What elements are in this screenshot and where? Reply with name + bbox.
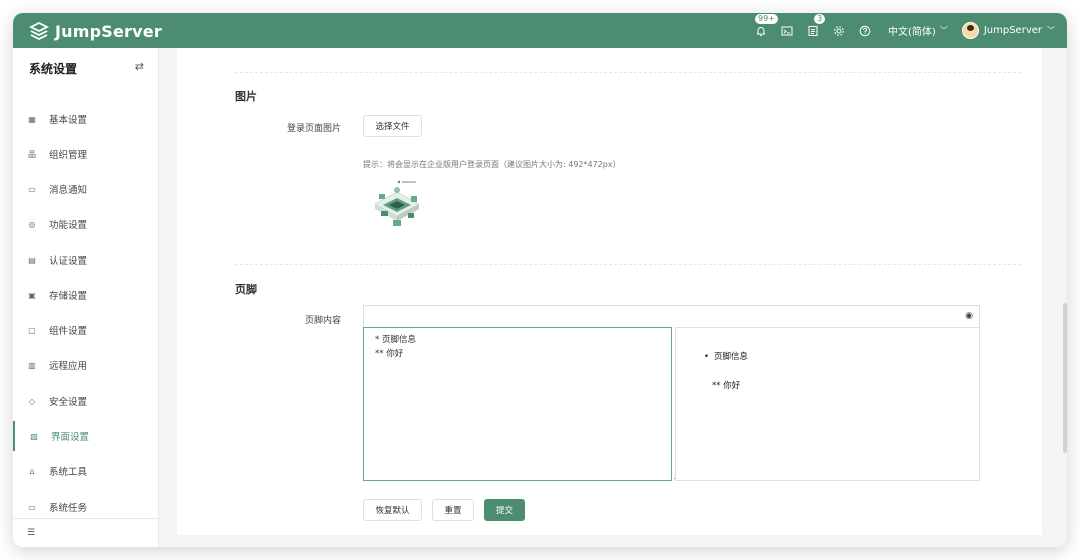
gear-icon — [834, 25, 844, 36]
sidebar-item-label: 存储设置 — [49, 291, 88, 302]
sidebar-item-label: 安全设置 — [49, 397, 88, 408]
sidebar-item-label: 功能设置 — [49, 220, 88, 231]
help-icon — [859, 25, 871, 36]
sidebar-item-org[interactable]: 品 组织管理 — [13, 139, 159, 169]
footer-content-label: 页脚内容 — [304, 316, 341, 326]
task-icon: ▭ — [28, 502, 36, 512]
choose-file-button[interactable]: 选择文件 — [363, 115, 422, 137]
sidebar-item-label: 远程应用 — [49, 361, 88, 372]
section-title-footer: 页脚 — [235, 283, 257, 296]
sidebar-item-auth[interactable]: ▤ 认证设置 — [13, 245, 159, 275]
sidebar-item-component[interactable]: ▢ 组件设置 — [13, 315, 159, 345]
settings-panel: 图片 登录页面图片 选择文件 提示：将会显示在企业版用户登录页面（建议图片大小为… — [177, 48, 1042, 535]
web-terminal-button[interactable] — [774, 13, 800, 48]
remote-app-icon: ▥ — [28, 360, 36, 370]
collapse-toggle-icon[interactable]: ⇄ — [135, 60, 144, 73]
avatar — [961, 22, 979, 39]
page-scrollbar[interactable] — [1063, 303, 1067, 453]
brand-logo[interactable]: JumpServer — [29, 19, 162, 43]
interface-icon: ▧ — [30, 431, 38, 441]
storage-icon: ▣ — [28, 290, 36, 300]
username: JumpServer — [983, 25, 1042, 36]
sidebar-item-label: 基本设置 — [49, 115, 88, 126]
markdown-preview: 页脚信息 ** 你好 — [675, 327, 980, 481]
notification-button[interactable]: 99+ — [748, 13, 779, 48]
sidebar-item-feature[interactable]: ◎ 功能设置 — [13, 209, 159, 239]
sidebar-item-label: 系统任务 — [49, 503, 88, 514]
brand-name: JumpServer — [55, 21, 162, 41]
terminal-icon — [781, 26, 793, 35]
sidebar-item-label: 组织管理 — [49, 150, 88, 161]
bell-icon — [757, 26, 766, 36]
sidebar-item-label: 消息通知 — [49, 185, 88, 196]
sidebar: 系统设置 ⇄ ▦ 基本设置 品 组织管理 ▭ 消息通知 ◎ 功能设置 ▤ 认证设… — [13, 48, 159, 547]
component-icon: ▢ — [28, 325, 36, 335]
sidebar-title: 系统设置 — [29, 62, 78, 76]
login-image-thumbnail — [374, 180, 420, 226]
divider — [235, 72, 1021, 73]
message-icon: ▭ — [28, 184, 36, 194]
sidebar-item-message[interactable]: ▭ 消息通知 — [13, 174, 159, 204]
restore-default-button[interactable]: 恢复默认 — [363, 499, 422, 521]
preview-toggle-eye-icon[interactable]: ◉ — [965, 311, 973, 321]
top-navbar: JumpServer 99+ 3 中文(简体) ﹀ JumpServer ﹀ — [13, 13, 1067, 48]
shield-icon: ◇ — [28, 396, 36, 406]
tickets-button[interactable]: 3 — [800, 13, 827, 48]
document-icon — [808, 25, 818, 36]
sidebar-item-label: 界面设置 — [51, 432, 90, 443]
section-title-image: 图片 — [235, 90, 257, 103]
language-selector[interactable]: 中文(简体) ﹀ — [888, 23, 948, 38]
submit-button[interactable]: 提交 — [484, 499, 525, 521]
help-button[interactable] — [852, 13, 878, 48]
login-image-label: 登录页面图片 — [286, 124, 341, 134]
org-icon: 品 — [28, 149, 36, 159]
sidebar-item-basic[interactable]: ▦ 基本设置 — [13, 104, 159, 134]
sidebar-item-label: 组件设置 — [49, 326, 88, 337]
chevron-down-icon: ﹀ — [939, 26, 948, 35]
image-hint: 提示：将会显示在企业版用户登录页面（建议图片大小为: 492*472px） — [363, 160, 621, 169]
jumpserver-logo-icon — [29, 21, 49, 41]
footer-content-textarea[interactable]: * 页脚信息 ** 你好 — [363, 327, 672, 481]
sidebar-item-label: 认证设置 — [49, 256, 88, 267]
sidebar-item-tools[interactable]: ⌂ 系统工具 — [13, 456, 159, 486]
language-label: 中文(简体) — [888, 27, 936, 38]
collapse-menu-icon: ☰ — [27, 528, 36, 538]
feature-icon: ◎ — [28, 219, 36, 229]
sidebar-item-label: 系统工具 — [49, 467, 88, 478]
sidebar-item-storage[interactable]: ▣ 存储设置 — [13, 280, 159, 310]
tickets-badge: 3 — [813, 13, 827, 25]
sidebar-collapse-bar[interactable]: ☰ — [13, 518, 159, 547]
grid-icon: ▦ — [28, 114, 36, 124]
app-window: JumpServer 99+ 3 中文(简体) ﹀ JumpServer ﹀ 系… — [13, 13, 1067, 547]
auth-icon: ▤ — [28, 255, 36, 265]
sidebar-item-security[interactable]: ◇ 安全设置 — [13, 386, 159, 416]
divider — [235, 264, 1021, 265]
settings-button[interactable] — [826, 13, 852, 48]
toolbox-icon: ⌂ — [29, 466, 35, 476]
reset-button[interactable]: 重置 — [432, 499, 474, 521]
user-menu[interactable]: JumpServer ﹀ — [961, 22, 1055, 39]
sidebar-item-remote-app[interactable]: ▥ 远程应用 — [13, 350, 159, 380]
chevron-down-icon: ﹀ — [1047, 26, 1055, 35]
sidebar-item-interface[interactable]: ▧ 界面设置 — [13, 421, 159, 451]
preview-paragraph: ** 你好 — [712, 381, 741, 391]
preview-list-item: 页脚信息 — [704, 350, 748, 362]
editor-toolbar: ◉ — [363, 305, 980, 327]
